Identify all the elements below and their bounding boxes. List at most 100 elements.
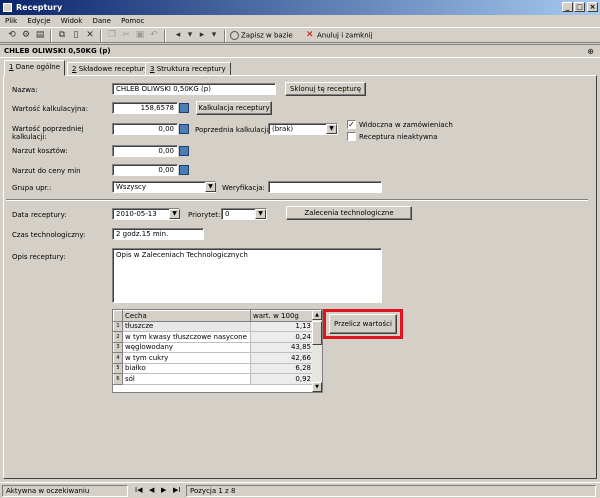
arrow-right-dropdown-icon[interactable]: ▾ xyxy=(208,30,220,41)
minimize-button[interactable]: _ xyxy=(562,2,573,12)
chevron-down-icon[interactable]: ▼ xyxy=(326,124,337,134)
delete-record-icon[interactable]: ▤ xyxy=(34,30,46,41)
menu-bar: Plik Edycje Widok Dane Pomoc xyxy=(0,15,600,27)
grid-cell-cecha[interactable]: w tym kwasy tłuszczowe nasycone xyxy=(122,331,251,343)
table-row[interactable]: 4 w tym cukry 42,66 xyxy=(113,352,314,364)
calculator-icon[interactable] xyxy=(179,165,189,175)
last-record-icon[interactable]: ▶I xyxy=(173,486,180,494)
calculator-icon[interactable] xyxy=(179,146,189,156)
prev-record-icon[interactable]: ◀ xyxy=(149,486,154,494)
nieaktywna-checkbox[interactable] xyxy=(347,132,356,141)
paste-icon[interactable]: ▣ xyxy=(134,30,146,41)
clone-recipe-button[interactable]: Sklonuj tę recepturę xyxy=(285,82,366,96)
narzut-kosztow-field[interactable]: 0,00 xyxy=(112,145,178,157)
grid-header-cecha[interactable]: Cecha xyxy=(122,310,251,322)
next-record-icon[interactable]: ▶ xyxy=(161,486,166,494)
wartosc-poprzedniej-field[interactable]: 0,00 xyxy=(112,123,178,135)
grupa-select[interactable]: Wszyscy xyxy=(112,181,216,193)
table-row[interactable]: 3 węglowodany 43,85 xyxy=(113,341,314,353)
widoczna-checkbox[interactable]: ✓ xyxy=(347,120,356,129)
tab-skladowe-receptury[interactable]: 2 Składowe receptury xyxy=(67,62,154,76)
menu-pomoc[interactable]: Pomoc xyxy=(118,15,147,27)
grid-cell-cecha[interactable]: sól xyxy=(122,373,251,385)
wartosc-kalkulacyjna-field[interactable]: 158,6578 xyxy=(112,102,178,114)
weryfikacja-field[interactable] xyxy=(268,181,382,193)
widoczna-label: Widoczna w zamówieniach xyxy=(359,121,453,129)
delete-icon[interactable]: ✕ xyxy=(84,30,96,41)
opis-textarea[interactable]: Opis w Zaleceniach Technologicznych xyxy=(112,248,382,303)
scroll-up-icon[interactable]: ▲ xyxy=(312,310,322,320)
status-state: Aktywna w oczekiwaniu xyxy=(2,485,128,497)
grid-cell-wartosc[interactable]: 43,85 xyxy=(250,342,314,353)
nazwa-label: Nazwa: xyxy=(12,86,38,94)
window-title: Receptury xyxy=(16,3,63,12)
new-document-icon[interactable]: ▯ xyxy=(70,30,82,41)
row-number: 3 xyxy=(113,341,123,353)
zalecenia-button[interactable]: Zalecenia technologiczne xyxy=(286,206,412,220)
tab-label: Struktura receptury xyxy=(154,65,226,73)
grid-cell-cecha[interactable]: węglowodany xyxy=(122,342,251,353)
copy-icon[interactable]: ❐ xyxy=(106,30,118,41)
nutrition-grid[interactable]: Cecha wart. w 100g 1 tłuszcze 1,13 2 w t… xyxy=(112,309,323,393)
save-button[interactable]: Zapisz w bazie xyxy=(230,31,293,40)
chevron-down-icon[interactable]: ▼ xyxy=(205,182,216,192)
new-window-icon[interactable]: ⧉ xyxy=(56,30,68,41)
scroll-thumb[interactable] xyxy=(312,321,322,345)
toolbar-separator xyxy=(224,30,226,42)
nazwa-field[interactable]: CHLEB OLIWSKI 0,50KG (p) xyxy=(112,83,276,95)
arrow-right-icon[interactable]: ▸ xyxy=(196,30,208,41)
narzut-min-field[interactable]: 0,00 xyxy=(112,164,178,176)
cut-icon[interactable]: ✂ xyxy=(120,30,132,41)
table-row[interactable]: 5 białko 6,28 xyxy=(113,362,314,374)
tab-label: Dane ogólne xyxy=(13,63,61,71)
close-button[interactable]: × xyxy=(587,2,598,12)
first-record-icon[interactable]: I◀ xyxy=(135,486,142,494)
scroll-down-icon[interactable]: ▼ xyxy=(312,382,322,392)
calculator-icon[interactable] xyxy=(179,124,189,134)
maximize-button[interactable]: □ xyxy=(574,2,585,12)
cancel-button[interactable]: ✕ Anuluj i zamknij xyxy=(306,31,373,40)
title-bar: Receptury _ □ × xyxy=(0,0,600,15)
grid-cell-cecha[interactable]: w tym cukry xyxy=(122,352,251,364)
grid-cell-cecha[interactable]: białko xyxy=(122,363,251,374)
grid-cell-wartosc[interactable]: 42,66 xyxy=(250,352,314,364)
grid-cell-wartosc[interactable]: 0,92 xyxy=(250,373,314,385)
menu-edycje[interactable]: Edycje xyxy=(24,15,53,27)
pin-icon[interactable]: ⊕ xyxy=(587,45,594,58)
chevron-down-icon[interactable]: ▼ xyxy=(169,209,180,219)
wartosc-poprzedniej-label: Wartość poprzedniej xyxy=(12,125,84,133)
grid-cell-cecha[interactable]: tłuszcze xyxy=(122,321,251,332)
cancel-label: Anuluj i zamknij xyxy=(317,31,373,40)
arrow-left-dropdown-icon[interactable]: ▾ xyxy=(184,30,196,41)
tab-dane-ogolne[interactable]: 1 Dane ogólne xyxy=(4,60,66,76)
record-title: CHLEB OLIWSKI 0,50KG (p) xyxy=(4,47,111,55)
arrow-left-icon[interactable]: ◂ xyxy=(172,30,184,41)
nieaktywna-label: Receptura nieaktywna xyxy=(359,133,438,141)
undo-icon[interactable]: ↶ xyxy=(148,30,160,41)
grupa-label: Grupa upr.: xyxy=(12,184,52,192)
refresh-icon[interactable]: ⟲ xyxy=(6,30,18,41)
grid-cell-wartosc[interactable]: 1,13 xyxy=(250,321,314,332)
grid-scrollbar[interactable]: ▲ ▼ xyxy=(312,310,322,392)
calculate-recipe-button[interactable]: Kalkulacja receptury xyxy=(196,101,272,115)
menu-widok[interactable]: Widok xyxy=(58,15,86,27)
wartosc-kalkulacyjna-label: Wartość kalkulacyjna: xyxy=(12,105,89,113)
save-icon xyxy=(230,31,239,40)
weryfikacja-label: Weryfikacja: xyxy=(222,184,265,192)
przelicz-button[interactable]: Przelicz wartości xyxy=(329,314,397,334)
grid-cell-wartosc[interactable]: 0,24 xyxy=(250,331,314,343)
tools-icon[interactable]: ⚙ xyxy=(20,30,32,41)
menu-dane[interactable]: Dane xyxy=(89,15,113,27)
table-row[interactable]: 6 sól 0,92 xyxy=(113,373,314,385)
data-receptury-label: Data receptury: xyxy=(12,211,67,219)
menu-plik[interactable]: Plik xyxy=(2,15,20,27)
grid-header-wartosc[interactable]: wart. w 100g xyxy=(250,310,314,322)
czas-field[interactable]: 2 godz.15 min. xyxy=(112,228,204,240)
table-row[interactable]: 2 w tym kwasy tłuszczowe nasycone 0,24 xyxy=(113,331,314,343)
toolbar-separator xyxy=(164,30,166,42)
calculator-icon[interactable] xyxy=(179,103,189,113)
tab-struktura-receptury[interactable]: 3 Struktura receptury xyxy=(145,62,231,76)
grid-cell-wartosc[interactable]: 6,28 xyxy=(250,363,314,374)
table-row[interactable]: 1 tłuszcze 1,13 xyxy=(113,320,314,332)
chevron-down-icon[interactable]: ▼ xyxy=(255,209,266,219)
